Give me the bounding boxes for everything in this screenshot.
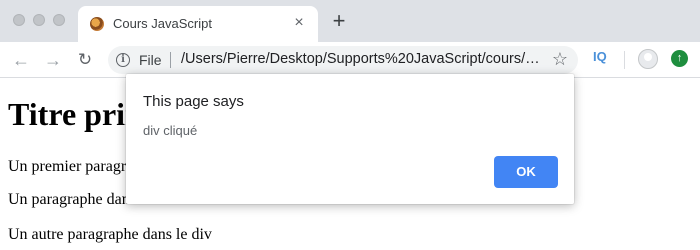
cookie-favicon-icon bbox=[90, 17, 104, 31]
browser-tab[interactable]: Cours JavaScript × bbox=[78, 6, 318, 42]
minimize-window-button[interactable] bbox=[33, 14, 45, 26]
close-tab-icon[interactable]: × bbox=[290, 14, 308, 32]
tab-title: Cours JavaScript bbox=[113, 16, 212, 31]
iq-extension-icon[interactable]: IQ bbox=[593, 49, 607, 64]
file-scheme-label: File bbox=[139, 52, 162, 68]
bookmark-star-icon[interactable]: ☆ bbox=[552, 49, 568, 70]
dialog-title: This page says bbox=[143, 93, 244, 110]
back-arrow-icon[interactable]: ← bbox=[8, 47, 34, 73]
toolbar-divider bbox=[624, 51, 625, 69]
url-text[interactable]: /Users/Pierre/Desktop/Supports%20JavaScr… bbox=[181, 51, 541, 67]
close-window-button[interactable] bbox=[13, 14, 25, 26]
address-separator bbox=[170, 52, 171, 68]
alert-dialog: This page says div cliqué OK bbox=[126, 74, 574, 204]
reload-icon[interactable]: ↻ bbox=[72, 47, 98, 73]
forward-arrow-icon[interactable]: → bbox=[40, 47, 66, 73]
dialog-message: div cliqué bbox=[143, 123, 198, 138]
ok-button[interactable]: OK bbox=[494, 156, 558, 188]
profile-avatar-icon[interactable] bbox=[638, 49, 658, 69]
paragraph-in-div[interactable]: Un autre paragraphe dans le div bbox=[8, 226, 212, 244]
update-arrow-icon[interactable]: ↑ bbox=[671, 50, 688, 67]
info-icon[interactable]: i bbox=[116, 53, 130, 67]
tab-bar: Cours JavaScript × + bbox=[0, 0, 700, 42]
zoom-window-button[interactable] bbox=[53, 14, 65, 26]
address-bar[interactable]: i File /Users/Pierre/Desktop/Supports%20… bbox=[108, 46, 578, 74]
new-tab-icon[interactable]: + bbox=[329, 10, 349, 32]
